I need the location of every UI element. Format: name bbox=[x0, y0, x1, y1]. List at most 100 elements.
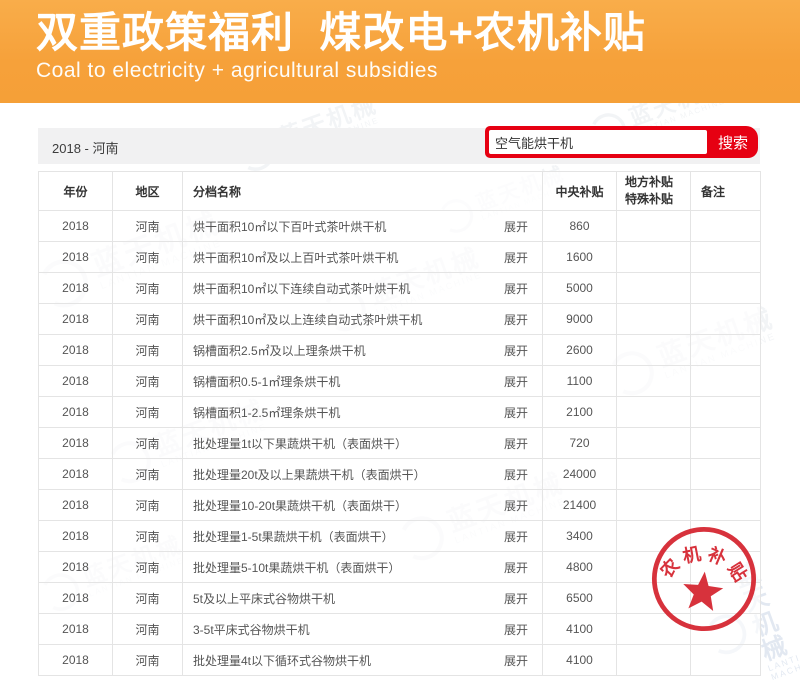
cell-note bbox=[691, 211, 761, 242]
cell-note bbox=[691, 397, 761, 428]
cell-central-subsidy: 860 bbox=[543, 211, 617, 242]
category-name: 锅槽面积1-2.5㎡理条烘干机 bbox=[193, 404, 340, 421]
cell-category: 烘干面积10㎡以下百叶式茶叶烘干机 展开 bbox=[183, 211, 543, 242]
cell-year: 2018 bbox=[39, 397, 113, 428]
table-header: 年份 地区 分档名称 中央补贴 地方补贴 特殊补贴 备注 bbox=[39, 172, 761, 211]
expand-link[interactable]: 展开 bbox=[504, 373, 528, 390]
cell-year: 2018 bbox=[39, 428, 113, 459]
expand-link[interactable]: 展开 bbox=[504, 621, 528, 638]
cell-note bbox=[691, 273, 761, 304]
cell-category: 5t及以上平床式谷物烘干机 展开 bbox=[183, 583, 543, 614]
cell-note bbox=[691, 242, 761, 273]
cell-note bbox=[691, 490, 761, 521]
cell-local-subsidy bbox=[617, 459, 691, 490]
search-button[interactable]: 搜索 bbox=[708, 126, 758, 158]
category-name: 5t及以上平床式谷物烘干机 bbox=[193, 590, 335, 607]
cell-category: 3-5t平床式谷物烘干机展开 bbox=[183, 614, 543, 645]
cell-region: 河南 bbox=[113, 552, 183, 583]
cell-local-subsidy bbox=[617, 242, 691, 273]
cell-category: 批处理量4t以下循环式谷物烘干机 展开 bbox=[183, 645, 543, 676]
category-name: 烘干面积10㎡及以上连续自动式茶叶烘干机 bbox=[193, 311, 422, 328]
expand-link[interactable]: 展开 bbox=[504, 311, 528, 328]
table-row: 2018河南烘干面积10㎡及以上百叶式茶叶烘干机展开1600 bbox=[39, 242, 761, 273]
cell-year: 2018 bbox=[39, 273, 113, 304]
cell-year: 2018 bbox=[39, 645, 113, 676]
table-row: 2018河南批处理量1t以下果蔬烘干机（表面烘干）展开720 bbox=[39, 428, 761, 459]
cell-central-subsidy: 9000 bbox=[543, 304, 617, 335]
expand-link[interactable]: 展开 bbox=[504, 435, 528, 452]
table-row: 2018河南批处理量4t以下循环式谷物烘干机展开4100 bbox=[39, 645, 761, 676]
cell-local-subsidy bbox=[617, 273, 691, 304]
cell-region: 河南 bbox=[113, 614, 183, 645]
cell-note bbox=[691, 428, 761, 459]
expand-link[interactable]: 展开 bbox=[504, 466, 528, 483]
cell-central-subsidy: 24000 bbox=[543, 459, 617, 490]
expand-link[interactable]: 展开 bbox=[504, 497, 528, 514]
cell-category: 批处理量1-5t果蔬烘干机（表面烘干）展开 bbox=[183, 521, 543, 552]
col-local-subsidy: 地方补贴 特殊补贴 bbox=[617, 172, 691, 211]
search-input[interactable] bbox=[489, 130, 707, 154]
expand-link[interactable]: 展开 bbox=[504, 652, 528, 669]
category-name: 批处理量5-10t果蔬烘干机（表面烘干） bbox=[193, 559, 400, 576]
table-row: 2018河南锅槽面积1-2.5㎡理条烘干机展开2100 bbox=[39, 397, 761, 428]
cell-central-subsidy: 1100 bbox=[543, 366, 617, 397]
cell-central-subsidy: 5000 bbox=[543, 273, 617, 304]
cell-note bbox=[691, 304, 761, 335]
cell-year: 2018 bbox=[39, 211, 113, 242]
expand-link[interactable]: 展开 bbox=[504, 280, 528, 297]
expand-link[interactable]: 展开 bbox=[504, 590, 528, 607]
cell-region: 河南 bbox=[113, 583, 183, 614]
category-name: 批处理量4t以下循环式谷物烘干机 bbox=[193, 652, 371, 669]
cell-central-subsidy: 3400 bbox=[543, 521, 617, 552]
cell-year: 2018 bbox=[39, 583, 113, 614]
cell-note bbox=[691, 335, 761, 366]
expand-link[interactable]: 展开 bbox=[504, 342, 528, 359]
page-subtitle: Coal to electricity + agricultural subsi… bbox=[36, 59, 800, 83]
expand-link[interactable]: 展开 bbox=[504, 249, 528, 266]
cell-region: 河南 bbox=[113, 242, 183, 273]
cell-year: 2018 bbox=[39, 459, 113, 490]
cell-local-subsidy bbox=[617, 645, 691, 676]
expand-link[interactable]: 展开 bbox=[504, 559, 528, 576]
cell-central-subsidy: 4800 bbox=[543, 552, 617, 583]
cell-category: 批处理量10-20t果蔬烘干机（表面烘干）展开 bbox=[183, 490, 543, 521]
cell-category: 锅槽面积1-2.5㎡理条烘干机 展开 bbox=[183, 397, 543, 428]
cell-year: 2018 bbox=[39, 490, 113, 521]
expand-link[interactable]: 展开 bbox=[504, 404, 528, 421]
category-name: 烘干面积10㎡以下连续自动式茶叶烘干机 bbox=[193, 280, 410, 297]
table-row: 2018河南烘干面积10㎡以下百叶式茶叶烘干机展开860 bbox=[39, 211, 761, 242]
col-region: 地区 bbox=[113, 172, 183, 211]
cell-local-subsidy bbox=[617, 490, 691, 521]
stamp-star-icon bbox=[681, 570, 725, 612]
cell-year: 2018 bbox=[39, 304, 113, 335]
cell-note bbox=[691, 366, 761, 397]
cell-region: 河南 bbox=[113, 459, 183, 490]
cell-central-subsidy: 6500 bbox=[543, 583, 617, 614]
category-name: 锅槽面积0.5-1㎡理条烘干机 bbox=[193, 373, 340, 390]
col-local-subsidy-line1: 地方补贴 bbox=[625, 174, 689, 191]
cell-region: 河南 bbox=[113, 428, 183, 459]
category-name: 烘干面积10㎡以下百叶式茶叶烘干机 bbox=[193, 218, 386, 235]
cell-region: 河南 bbox=[113, 397, 183, 428]
watermark-latin-text: LANTIAN MACHINE bbox=[767, 647, 800, 682]
cell-region: 河南 bbox=[113, 304, 183, 335]
cell-year: 2018 bbox=[39, 614, 113, 645]
cell-central-subsidy: 2600 bbox=[543, 335, 617, 366]
cell-local-subsidy bbox=[617, 366, 691, 397]
cell-category: 批处理量20t及以上果蔬烘干机（表面烘干） 展开 bbox=[183, 459, 543, 490]
cell-year: 2018 bbox=[39, 335, 113, 366]
category-name: 批处理量20t及以上果蔬烘干机（表面烘干） bbox=[193, 466, 426, 483]
table-row: 2018河南烘干面积10㎡以下连续自动式茶叶烘干机展开5000 bbox=[39, 273, 761, 304]
page-title: 双重政策福利 煤改电+农机补贴 bbox=[36, 10, 800, 56]
expand-link[interactable]: 展开 bbox=[504, 528, 528, 545]
cell-region: 河南 bbox=[113, 490, 183, 521]
cell-category: 批处理量5-10t果蔬烘干机（表面烘干） 展开 bbox=[183, 552, 543, 583]
search-box: 搜索 bbox=[485, 126, 758, 158]
cell-year: 2018 bbox=[39, 366, 113, 397]
cell-local-subsidy bbox=[617, 211, 691, 242]
expand-link[interactable]: 展开 bbox=[504, 218, 528, 235]
cell-region: 河南 bbox=[113, 335, 183, 366]
banner: 双重政策福利 煤改电+农机补贴 Coal to electricity + ag… bbox=[0, 0, 800, 103]
cell-year: 2018 bbox=[39, 242, 113, 273]
col-central-subsidy: 中央补贴 bbox=[543, 172, 617, 211]
